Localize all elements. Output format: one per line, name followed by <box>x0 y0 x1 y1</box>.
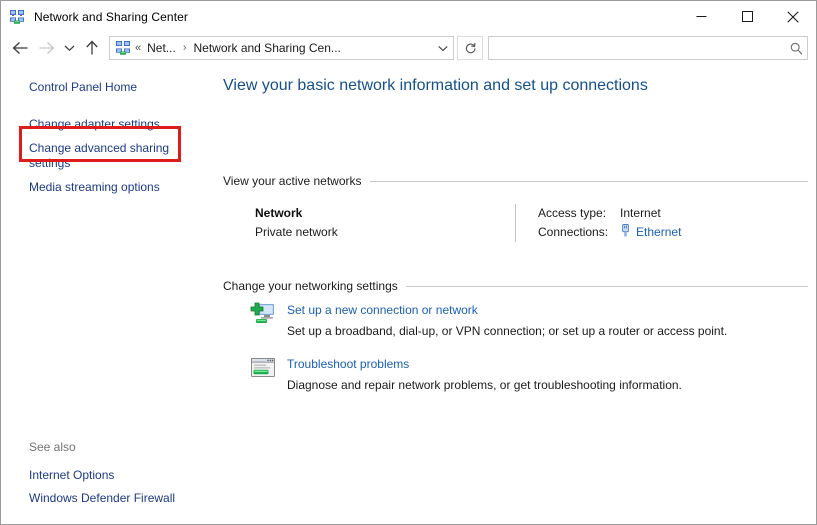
access-type-value: Internet <box>620 204 681 223</box>
access-type-label: Access type: <box>538 204 608 223</box>
section-label: View your active networks <box>223 174 362 188</box>
section-rule <box>370 181 808 182</box>
sidebar-item-control-panel-home[interactable]: Control Panel Home <box>1 77 191 98</box>
task-setup-new-connection: Set up a new connection or network Set u… <box>223 301 808 341</box>
active-network-panel: Network Private network Access type: Int… <box>223 204 808 242</box>
troubleshoot-icon <box>250 355 276 381</box>
sidebar-item-media-streaming-options[interactable]: Media streaming options <box>1 177 191 198</box>
sidebar: Control Panel Home Change adapter settin… <box>1 64 215 524</box>
see-also-section: See also Internet Options Windows Defend… <box>1 437 215 524</box>
link-troubleshoot-problems[interactable]: Troubleshoot problems <box>287 356 682 373</box>
network-sharing-center-window: Network and Sharing Center <box>0 0 817 525</box>
task-text-block: Troubleshoot problems Diagnose and repai… <box>287 355 682 395</box>
main-content: View your basic network information and … <box>215 64 816 524</box>
section-header-active-networks: View your active networks <box>223 174 808 188</box>
section-rule <box>406 286 808 287</box>
active-network-identity: Network Private network <box>223 204 515 242</box>
new-connection-icon <box>250 301 276 327</box>
minimize-button[interactable] <box>678 1 724 32</box>
breadcrumb-dropdown-icon[interactable] <box>433 37 453 59</box>
ethernet-plug-icon <box>620 223 631 242</box>
task-troubleshoot-problems: Troubleshoot problems Diagnose and repai… <box>223 355 808 395</box>
breadcrumb-overflow-icon[interactable]: « <box>135 42 141 54</box>
connections-value-cell: Ethernet <box>620 223 681 242</box>
sidebar-item-change-adapter-settings[interactable]: Change adapter settings <box>1 114 191 135</box>
sidebar-item-windows-defender-firewall[interactable]: Windows Defender Firewall <box>1 487 191 510</box>
breadcrumb-separator-icon[interactable]: › <box>183 42 187 54</box>
task-text-block: Set up a new connection or network Set u… <box>287 301 727 341</box>
refresh-icon[interactable] <box>457 36 483 60</box>
search-input[interactable] <box>489 37 785 59</box>
connections-label: Connections: <box>538 223 608 242</box>
network-computers-icon <box>115 40 131 56</box>
network-computers-icon <box>9 9 25 25</box>
network-type: Private network <box>255 223 515 242</box>
window-title: Network and Sharing Center <box>34 10 188 24</box>
breadcrumb-item-network[interactable]: Net... <box>147 41 176 55</box>
window-body: Control Panel Home Change adapter settin… <box>1 64 816 524</box>
recent-locations-chevron-icon[interactable] <box>59 35 79 61</box>
forward-arrow-icon <box>33 35 59 61</box>
title-bar: Network and Sharing Center <box>1 1 816 32</box>
task-description: Set up a broadband, dial-up, or VPN conn… <box>287 322 727 341</box>
search-box[interactable] <box>488 36 808 60</box>
task-description: Diagnose and repair network problems, or… <box>287 376 682 395</box>
active-network-details: Access type: Internet Connections: <box>538 204 681 242</box>
close-button[interactable] <box>770 1 816 32</box>
sidebar-item-change-advanced-sharing-settings[interactable]: Change advanced sharing settings <box>1 138 191 174</box>
connection-link-ethernet[interactable]: Ethernet <box>636 223 681 242</box>
link-setup-new-connection[interactable]: Set up a new connection or network <box>287 302 727 319</box>
network-name: Network <box>255 204 515 223</box>
search-icon[interactable] <box>785 37 807 59</box>
back-arrow-icon[interactable] <box>7 35 33 61</box>
maximize-button[interactable] <box>724 1 770 32</box>
window-controls <box>678 1 816 32</box>
breadcrumb[interactable]: « Net... › Network and Sharing Cen... <box>109 36 454 60</box>
address-toolbar: « Net... › Network and Sharing Cen... <box>1 32 816 64</box>
breadcrumb-item-current[interactable]: Network and Sharing Cen... <box>193 41 340 55</box>
page-title: View your basic network information and … <box>223 77 648 95</box>
section-header-networking-settings: Change your networking settings <box>223 279 808 293</box>
section-label: Change your networking settings <box>223 279 398 293</box>
panel-divider <box>515 204 516 242</box>
up-arrow-icon[interactable] <box>79 35 105 61</box>
sidebar-item-internet-options[interactable]: Internet Options <box>1 464 191 487</box>
see-also-title: See also <box>1 437 215 458</box>
